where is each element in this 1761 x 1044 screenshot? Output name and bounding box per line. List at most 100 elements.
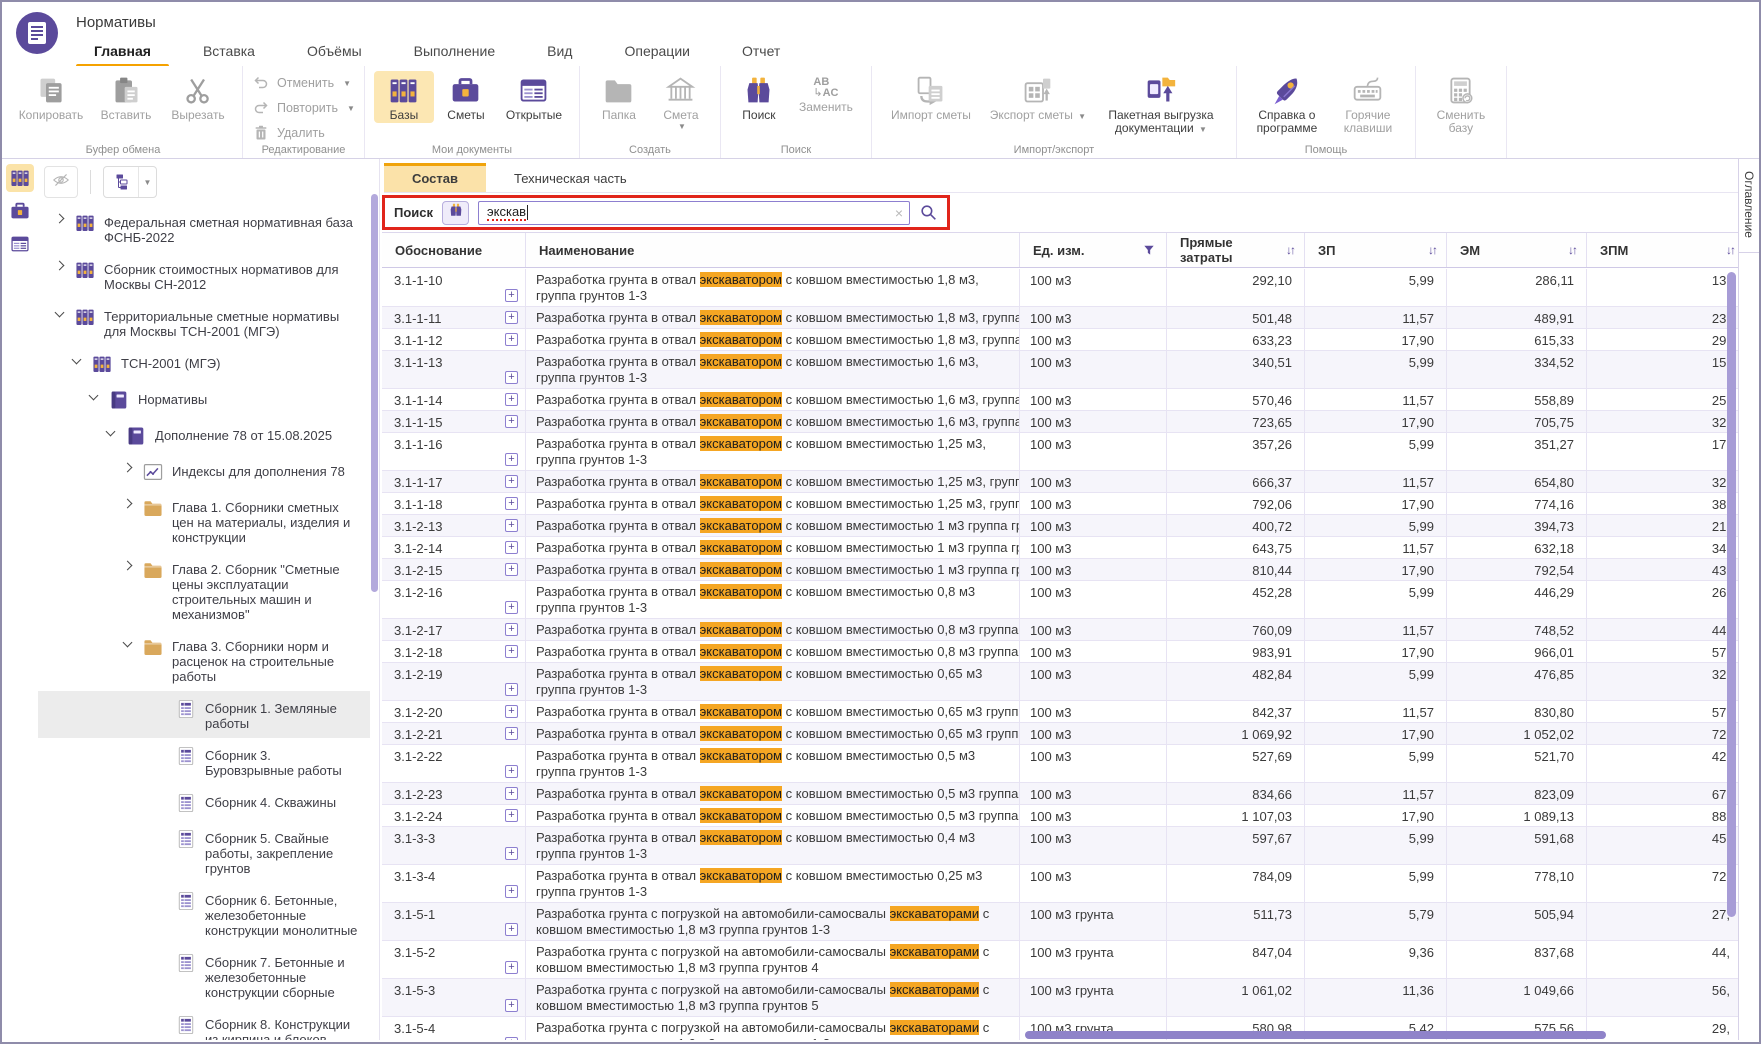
expand-plus-icon[interactable]: + — [505, 333, 518, 346]
chevron-down-icon[interactable]: ▼ — [678, 122, 686, 131]
expand-plus-icon[interactable]: + — [505, 311, 518, 324]
opened-button[interactable]: Открытые — [498, 71, 570, 123]
table-row[interactable]: 3.1-2-17+Разработка грунта в отвал экска… — [382, 619, 1738, 641]
chevron-down-icon[interactable] — [122, 638, 132, 648]
tree-item[interactable]: Сборник 8. Конструкции из кирпича и блок… — [38, 1007, 370, 1040]
expand-plus-icon[interactable]: + — [505, 705, 518, 718]
tree-item[interactable]: ТСН-2001 (МГЭ) — [38, 346, 370, 382]
chevron-down-icon[interactable] — [88, 391, 98, 401]
expand-plus-icon[interactable]: + — [505, 961, 518, 974]
tree-item[interactable]: Сборник 6. Бетонные, железобетонные конс… — [38, 883, 370, 945]
tree-item[interactable]: Сборник стоимостных нормативов для Москв… — [38, 252, 370, 299]
tree-scrollbar[interactable] — [371, 194, 378, 592]
expand-plus-icon[interactable]: + — [505, 847, 518, 860]
column-header-name[interactable]: Наименование — [526, 233, 1020, 267]
hotkeys-button[interactable]: Горячие клавиши — [1330, 71, 1406, 136]
chevron-down-icon[interactable] — [54, 308, 64, 318]
vertical-scrollbar[interactable] — [1727, 272, 1736, 917]
sort-icon[interactable]: ↓↑ — [1428, 243, 1436, 257]
table-row[interactable]: 3.1-2-19+Разработка грунта в отвал экска… — [382, 663, 1738, 701]
new-folder-button[interactable]: Папка — [589, 71, 649, 123]
expand-plus-icon[interactable]: + — [505, 541, 518, 554]
tree-item[interactable]: Глава 1. Сборники сметных цен на материа… — [38, 490, 370, 552]
batch-export-button[interactable]: Пакетная выгрузка документации ▼ — [1095, 71, 1227, 137]
expand-plus-icon[interactable]: + — [505, 645, 518, 658]
table-row[interactable]: 3.1-2-23+Разработка грунта в отвал экска… — [382, 783, 1738, 805]
table-row[interactable]: 3.1-2-22+Разработка грунта в отвал экска… — [382, 745, 1738, 783]
chevron-down-icon[interactable]: ▼ — [138, 167, 156, 197]
ribbon-tab-glavnaya[interactable]: Главная — [68, 36, 177, 68]
ribbon-tab-vstavka[interactable]: Вставка — [177, 36, 281, 68]
column-header-code[interactable]: Обоснование — [382, 233, 526, 267]
tree-item[interactable]: Глава 2. Сборник "Сметные цены эксплуата… — [38, 552, 370, 629]
chevron-down-icon[interactable]: ▼ — [347, 104, 355, 113]
chevron-right-icon[interactable] — [54, 261, 64, 271]
column-header-zp[interactable]: ЗП↓↑ — [1305, 233, 1447, 267]
delete-button[interactable]: Удалить — [252, 124, 355, 142]
expand-plus-icon[interactable]: + — [505, 1037, 518, 1040]
paste-button[interactable]: Вставить — [91, 71, 161, 123]
tree-item[interactable]: Нормативы — [38, 382, 370, 418]
copy-button[interactable]: Копировать — [13, 71, 89, 123]
chevron-right-icon[interactable] — [122, 499, 132, 509]
chevron-down-icon[interactable]: ▼ — [1199, 125, 1207, 134]
expand-plus-icon[interactable]: + — [505, 371, 518, 384]
table-row[interactable]: 3.1-1-15+Разработка грунта в отвал экска… — [382, 411, 1738, 433]
expand-plus-icon[interactable]: + — [505, 727, 518, 740]
tree-item[interactable]: Сборник 7. Бетонные и железобетонные кон… — [38, 945, 370, 1007]
table-row[interactable]: 3.1-1-13+Разработка грунта в отвал экска… — [382, 351, 1738, 389]
change-base-button[interactable]: Сменить базу — [1425, 71, 1497, 136]
chevron-right-icon[interactable] — [122, 561, 132, 571]
column-header-em[interactable]: ЭМ↓↑ — [1447, 233, 1587, 267]
expand-plus-icon[interactable]: + — [505, 289, 518, 302]
table-row[interactable]: 3.1-2-16+Разработка грунта в отвал экска… — [382, 581, 1738, 619]
tree-item[interactable]: Сборник 1. Земляные работы — [38, 691, 370, 738]
table-row[interactable]: 3.1-2-21+Разработка грунта в отвал экска… — [382, 723, 1738, 745]
app-logo-icon[interactable] — [15, 11, 59, 55]
about-button[interactable]: Справка о программе — [1246, 71, 1328, 136]
replace-button[interactable]: AB↳ACЗаменить — [790, 71, 862, 115]
expand-plus-icon[interactable]: + — [505, 519, 518, 532]
expand-plus-icon[interactable]: + — [505, 923, 518, 936]
export-estimate-button[interactable]: Экспорт сметы ▼ — [983, 71, 1093, 124]
clear-icon[interactable]: × — [895, 205, 903, 221]
expand-plus-icon[interactable]: + — [505, 787, 518, 800]
hide-unused-button[interactable] — [44, 166, 78, 198]
table-row[interactable]: 3.1-5-3+Разработка грунта с погрузкой на… — [382, 979, 1738, 1017]
expand-plus-icon[interactable]: + — [505, 601, 518, 614]
redo-button[interactable]: Повторить▼ — [252, 99, 355, 117]
new-estimate-button[interactable]: Смета▼ — [651, 71, 711, 132]
chevron-down-icon[interactable] — [105, 427, 115, 437]
expand-plus-icon[interactable]: + — [505, 999, 518, 1012]
ribbon-tab-obyomy[interactable]: Объёмы — [281, 36, 388, 68]
expand-plus-icon[interactable]: + — [505, 453, 518, 466]
table-row[interactable]: 3.1-1-11+Разработка грунта в отвал экска… — [382, 307, 1738, 329]
strip-opened-button[interactable] — [6, 230, 34, 258]
strip-bases-button[interactable] — [6, 164, 34, 192]
tree-item[interactable]: Глава 3. Сборники норм и расценок на стр… — [38, 629, 370, 691]
chevron-down-icon[interactable]: ▼ — [1078, 112, 1086, 121]
table-row[interactable]: 3.1-2-14+Разработка грунта в отвал экска… — [382, 537, 1738, 559]
tree-item[interactable]: Сборник 5. Свайные работы, закрепление г… — [38, 821, 370, 883]
table-row[interactable]: 3.1-1-18+Разработка грунта в отвал экска… — [382, 493, 1738, 515]
bases-button[interactable]: Базы — [374, 71, 434, 123]
table-row[interactable]: 3.1-3-4+Разработка грунта в отвал экскав… — [382, 865, 1738, 903]
ribbon-tab-operacii[interactable]: Операции — [598, 36, 716, 68]
content-tab-tech[interactable]: Техническая часть — [486, 163, 655, 192]
table-row[interactable]: 3.1-2-13+Разработка грунта в отвал экска… — [382, 515, 1738, 537]
sort-icon[interactable]: ↓↑ — [1286, 243, 1294, 257]
table-row[interactable]: 3.1-1-17+Разработка грунта в отвал экска… — [382, 471, 1738, 493]
import-estimate-button[interactable]: Импорт сметы — [881, 71, 981, 123]
chevron-down-icon[interactable] — [71, 355, 81, 365]
column-header-zpm[interactable]: ЗПМ↓↑ — [1587, 233, 1738, 267]
tree-item[interactable]: Дополнение 78 от 15.08.2025 — [38, 418, 370, 454]
chevron-down-icon[interactable]: ▼ — [343, 79, 351, 88]
expand-plus-icon[interactable]: + — [505, 563, 518, 576]
expand-plus-icon[interactable]: + — [505, 623, 518, 636]
search-icon[interactable] — [919, 203, 938, 222]
find-button[interactable]: Поиск — [730, 71, 788, 123]
table-row[interactable]: 3.1-2-18+Разработка грунта в отвал экска… — [382, 641, 1738, 663]
column-header-unit[interactable]: Ед. изм. — [1020, 233, 1167, 267]
table-row[interactable]: 3.1-3-3+Разработка грунта в отвал экскав… — [382, 827, 1738, 865]
ribbon-tab-vid[interactable]: Вид — [521, 36, 598, 68]
